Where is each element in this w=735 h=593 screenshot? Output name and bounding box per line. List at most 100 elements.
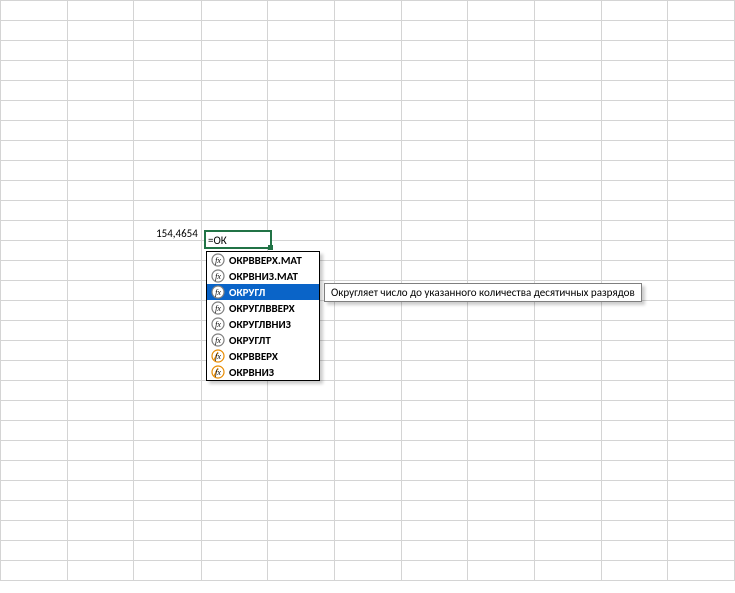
cell[interactable]	[201, 81, 268, 101]
cell[interactable]	[401, 481, 468, 501]
cell[interactable]	[67, 141, 134, 161]
cell[interactable]	[134, 1, 202, 21]
cell[interactable]	[1, 161, 68, 181]
cell[interactable]	[601, 481, 668, 501]
cell[interactable]	[268, 121, 335, 141]
cell[interactable]	[268, 141, 335, 161]
cell[interactable]	[601, 181, 668, 201]
autocomplete-item[interactable]: fxОКРВНИЗ	[207, 364, 319, 380]
cell[interactable]	[468, 521, 535, 541]
cell[interactable]	[601, 501, 668, 521]
cell[interactable]	[535, 101, 602, 121]
cell[interactable]	[67, 481, 134, 501]
cell[interactable]	[535, 461, 602, 481]
cell[interactable]	[401, 261, 468, 281]
function-autocomplete[interactable]: fxОКРВВЕРХ.МАТfxОКРВНИЗ.МАТfxОКРУГЛfxОКР…	[206, 251, 320, 381]
cell[interactable]	[67, 381, 134, 401]
cell[interactable]	[134, 21, 202, 41]
cell[interactable]	[1, 81, 68, 101]
cell[interactable]	[535, 561, 602, 581]
autocomplete-item[interactable]: fxОКРВВЕРХ	[207, 348, 319, 364]
cell[interactable]	[468, 201, 535, 221]
cell[interactable]	[134, 541, 202, 561]
cell[interactable]	[535, 201, 602, 221]
cell[interactable]	[601, 201, 668, 221]
cell[interactable]	[401, 541, 468, 561]
cell[interactable]	[268, 381, 335, 401]
cell[interactable]	[134, 101, 202, 121]
cell[interactable]	[335, 101, 402, 121]
cell[interactable]	[468, 561, 535, 581]
cell[interactable]	[468, 341, 535, 361]
cell[interactable]	[335, 21, 402, 41]
cell[interactable]	[134, 361, 202, 381]
cell[interactable]	[535, 21, 602, 41]
cell[interactable]	[67, 441, 134, 461]
cell[interactable]	[668, 161, 735, 181]
cell[interactable]	[668, 121, 735, 141]
cell[interactable]	[668, 201, 735, 221]
cell[interactable]	[401, 181, 468, 201]
cell[interactable]	[535, 121, 602, 141]
cell[interactable]	[67, 101, 134, 121]
cell[interactable]	[67, 1, 134, 21]
cell[interactable]	[668, 241, 735, 261]
cell[interactable]	[668, 361, 735, 381]
cell[interactable]	[601, 521, 668, 541]
cell[interactable]	[401, 61, 468, 81]
cell[interactable]	[401, 1, 468, 21]
cell[interactable]	[134, 461, 202, 481]
cell[interactable]	[67, 261, 134, 281]
cell[interactable]	[67, 121, 134, 141]
cell[interactable]	[268, 561, 335, 581]
autocomplete-item[interactable]: fxОКРУГЛТ	[207, 332, 319, 348]
cell[interactable]	[67, 461, 134, 481]
cell[interactable]	[134, 281, 202, 301]
cell[interactable]	[335, 61, 402, 81]
cell[interactable]	[335, 421, 402, 441]
cell[interactable]	[535, 501, 602, 521]
cell[interactable]	[201, 441, 268, 461]
cell[interactable]	[1, 61, 68, 81]
cell[interactable]	[201, 421, 268, 441]
cell[interactable]	[601, 541, 668, 561]
cell[interactable]	[535, 81, 602, 101]
cell[interactable]	[601, 561, 668, 581]
cell[interactable]	[134, 81, 202, 101]
cell[interactable]	[468, 541, 535, 561]
cell[interactable]	[468, 421, 535, 441]
cell[interactable]	[1, 141, 68, 161]
cell[interactable]	[268, 41, 335, 61]
cell[interactable]	[268, 201, 335, 221]
cell[interactable]	[335, 341, 402, 361]
cell[interactable]	[134, 421, 202, 441]
cell[interactable]	[67, 201, 134, 221]
cell[interactable]	[668, 141, 735, 161]
cell[interactable]	[468, 161, 535, 181]
cell[interactable]	[401, 421, 468, 441]
cell[interactable]	[201, 61, 268, 81]
cell[interactable]	[601, 421, 668, 441]
cell[interactable]	[601, 381, 668, 401]
cell[interactable]	[535, 421, 602, 441]
cell[interactable]	[1, 561, 68, 581]
cell[interactable]	[134, 401, 202, 421]
cell[interactable]	[401, 441, 468, 461]
cell[interactable]	[468, 461, 535, 481]
cell[interactable]	[668, 541, 735, 561]
cell[interactable]	[268, 461, 335, 481]
cell[interactable]	[67, 301, 134, 321]
cell[interactable]	[401, 221, 468, 241]
cell[interactable]	[268, 501, 335, 521]
cell[interactable]	[268, 21, 335, 41]
cell-value[interactable]: 154,4654	[134, 221, 202, 241]
cell[interactable]	[668, 281, 735, 301]
cell[interactable]	[401, 381, 468, 401]
cell[interactable]	[335, 541, 402, 561]
autocomplete-item[interactable]: fxОКРУГЛВВЕРХ	[207, 300, 319, 316]
cell[interactable]	[134, 121, 202, 141]
cell[interactable]	[67, 241, 134, 261]
cell[interactable]	[67, 181, 134, 201]
cell[interactable]	[134, 501, 202, 521]
cell[interactable]	[601, 441, 668, 461]
